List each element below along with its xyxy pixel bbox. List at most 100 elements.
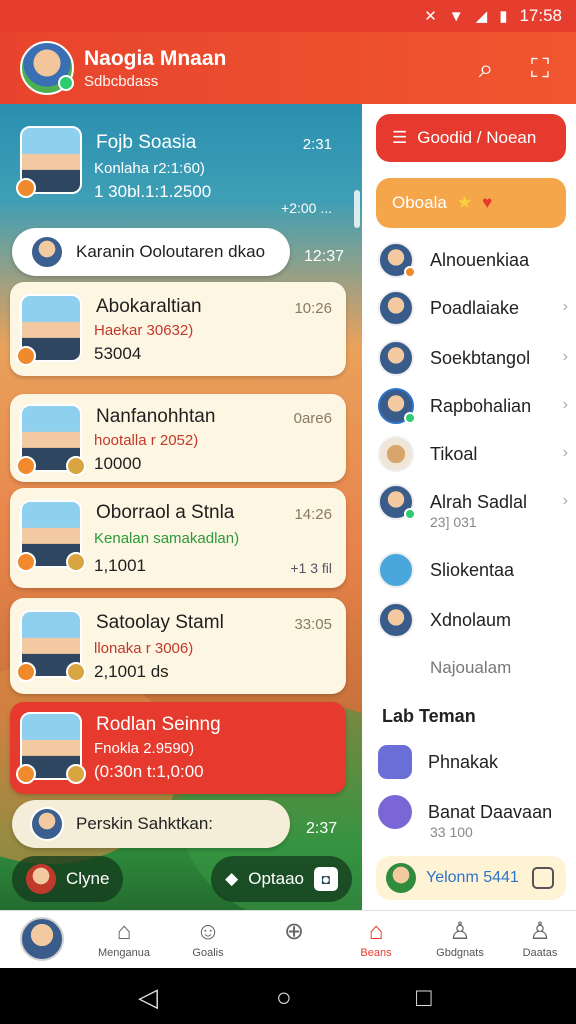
contact-avatar — [378, 484, 416, 520]
wifi-icon: ▼ — [448, 7, 464, 25]
tab-label: Gbdgnats — [436, 947, 484, 959]
chat-subtitle: Haekar 30632) — [94, 322, 194, 339]
qr-scan-icon[interactable]: ⛶ — [522, 50, 558, 86]
chat-time: 2:31 — [302, 136, 332, 153]
chat-item[interactable]: Oborraol a Stnla Kenalan samakadlan) 1,1… — [10, 488, 346, 588]
chat-group-icon — [378, 745, 412, 779]
contact-item[interactable]: Tikoal › — [378, 432, 568, 476]
contact-name: Banat Daavaan — [428, 801, 553, 822]
tab-games[interactable]: ☺ Goalis — [168, 917, 248, 959]
contact-avatar — [26, 864, 56, 894]
contact-name: Alnouenkiaa — [430, 249, 530, 270]
chat-item[interactable]: Abokaraltian Haekar 30632) 53004 10:26 — [10, 282, 346, 376]
badge-icon — [16, 346, 36, 366]
list-icon: ☰ — [392, 128, 408, 147]
battery-icon: ▮ — [499, 8, 508, 25]
contact-item[interactable]: Soekbtangol › — [378, 336, 568, 380]
message-pill[interactable]: Perskin Sahktkan: — [12, 800, 290, 848]
chat-item[interactable]: Fojb Soasia Konlaha r2:1:60) 1 30bl.1:1.… — [10, 112, 346, 216]
badge-icon — [16, 764, 36, 784]
chat-avatar — [16, 404, 86, 476]
tab-groups[interactable]: ♙ Gbdgnats — [420, 917, 500, 959]
tab-add[interactable]: ⊕ — [254, 917, 334, 947]
contact-avatar — [378, 388, 416, 424]
footer-card[interactable]: Yelonm 5441 — [376, 856, 566, 900]
chat-meta: 10000 — [94, 454, 142, 473]
chat-avatar — [16, 610, 86, 682]
contact-item[interactable]: Alrah Sadlal 23] 031 › — [378, 480, 568, 530]
chat-avatar — [16, 500, 86, 572]
social-button[interactable]: ☰ Goodid / Noean — [376, 114, 566, 162]
contact-item[interactable]: Poadlaiake › — [378, 286, 568, 330]
my-avatar[interactable] — [20, 917, 64, 961]
search-icon[interactable]: ⌕ — [468, 50, 504, 86]
contact-item[interactable]: Xdnolaum — [378, 598, 568, 642]
badge-icon — [16, 178, 36, 198]
contact-button[interactable]: Clyne — [12, 856, 124, 902]
scrollbar[interactable] — [354, 190, 360, 228]
contact-subtitle: 33 100 — [430, 824, 473, 840]
chat-meta: (0:30n t:1,0:00 — [94, 762, 204, 781]
contact-name: Rapbohalian — [430, 395, 532, 416]
gamepad-icon: ☺ — [195, 918, 221, 945]
notification-muted-icon: ✕ — [424, 8, 437, 25]
camera-icon: ◘ — [314, 867, 338, 891]
chat-extra: +2:00 ... — [281, 200, 332, 216]
status-bar: ✕ ▼ ◢ ▮ 17:58 — [0, 0, 576, 32]
recents-icon[interactable]: □ — [416, 982, 432, 1013]
chat-bubble-icon: ◆ — [225, 869, 239, 888]
person-icon: ♙ — [449, 918, 471, 945]
chat-name: Satoolay Staml — [96, 612, 224, 633]
chat-avatar — [16, 712, 86, 784]
tab-data[interactable]: ♙ Daatas — [500, 917, 576, 959]
contact-item[interactable]: Rapbohalian › — [378, 384, 568, 428]
contact-item[interactable]: Sliokentaa — [378, 548, 568, 592]
chat-meta: 1,1001 — [94, 556, 146, 575]
tab-label: Goalis — [192, 947, 224, 959]
contact-avatar — [378, 242, 416, 278]
obola-button[interactable]: Oboala ★ ♥ — [376, 178, 566, 228]
profile-icon: ♙ — [529, 918, 551, 945]
chat-time: 10:26 — [294, 300, 332, 317]
contact-avatar — [378, 436, 414, 472]
pill-time: 12:37 — [304, 248, 345, 265]
contact-item[interactable]: Alnouenkiaa — [378, 238, 568, 282]
chat-name: Rodlan Seinng — [96, 714, 221, 735]
message-pill[interactable]: Karanin Ooloutaren dkao — [12, 228, 290, 276]
signal-icon: ◢ — [475, 8, 488, 25]
section-title: Lab Teman — [382, 706, 476, 726]
contact-item[interactable]: Phnakak — [378, 740, 568, 784]
tab-label: Daatas — [522, 947, 558, 959]
chat-name: Nanfanohhtan — [96, 406, 216, 427]
contact-name: Sliokentaa — [430, 559, 515, 580]
footer-avatar — [386, 863, 416, 893]
home-icon: ⌂ — [116, 918, 132, 945]
chat-name: Oborraol a Stnla — [96, 502, 235, 523]
message-circle-icon — [378, 795, 412, 829]
square-icon — [532, 867, 554, 889]
home-circle-icon[interactable]: ○ — [276, 982, 292, 1013]
house-icon: ⌂ — [368, 918, 384, 945]
back-icon[interactable]: ◁ — [138, 982, 158, 1013]
chat-item[interactable]: Satoolay Staml llonaka r 3006) 2,1001 ds… — [10, 598, 346, 694]
pill-avatar — [30, 235, 64, 269]
tab-home[interactable]: ⌂ Menganua — [84, 917, 164, 959]
contact-name: Phnakak — [428, 751, 499, 772]
chat-meta: 2,1001 ds — [94, 662, 169, 681]
bottom-navigation: ⌂ Menganua ☺ Goalis ⊕ ⌂ Beans ♙ Gbdgnats… — [0, 910, 576, 968]
pill-text: Karanin Ooloutaren dkao — [76, 242, 266, 261]
chat-item-selected[interactable]: Rodlan Seinng Fnokla 2.9590) (0:30n t:1,… — [10, 702, 346, 794]
tab-beans[interactable]: ⌂ Beans — [336, 917, 416, 959]
status-badge — [404, 266, 416, 278]
chat-avatar — [16, 126, 82, 198]
chat-item[interactable]: Nanfanohhtan hootalla r 2052) 10000 0are… — [10, 394, 346, 482]
contact-name: Tikoal — [430, 443, 478, 464]
contact-name: Poadlaiake — [430, 297, 520, 318]
options-button[interactable]: ◆ Optaao ◘ — [211, 856, 352, 902]
chevron-right-icon: › — [562, 348, 568, 365]
badge-icon — [66, 662, 86, 682]
contact-item[interactable]: Banat Daavaan 33 100 — [378, 790, 568, 840]
chat-meta: 53004 — [94, 344, 142, 363]
profile-avatar[interactable] — [20, 41, 74, 95]
chat-name: Abokaraltian — [96, 296, 202, 317]
